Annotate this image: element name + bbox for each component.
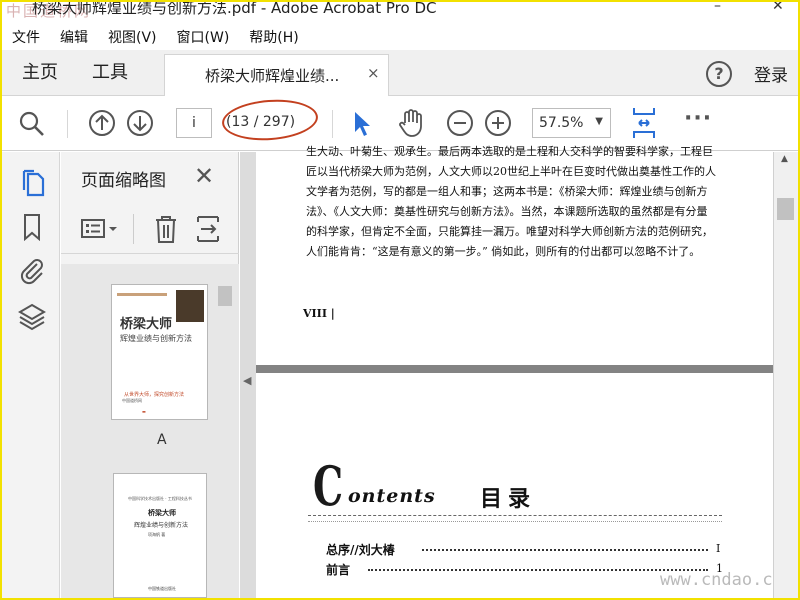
document-scrollbar-thumb[interactable] bbox=[777, 198, 794, 220]
menu-window[interactable]: 窗口(W) bbox=[167, 27, 240, 47]
contents-rule bbox=[308, 521, 722, 522]
toc-entry-page: I bbox=[716, 542, 721, 555]
chevron-down-icon: ▼ bbox=[595, 116, 603, 127]
thumbnails-title: 页面缩略图 bbox=[81, 171, 166, 191]
close-window-button[interactable]: ✕ bbox=[772, 2, 784, 14]
document-page-preface: 生大动、叶菊生、观承生。最后两本选取的是土程和人交科学的智要科学家，工程巨匠以当… bbox=[256, 145, 773, 366]
pane-collapse-handle[interactable]: ◀ bbox=[240, 152, 256, 598]
toolbar-separator bbox=[67, 110, 68, 138]
document-page-contents: C ontents 目录 总序//刘大椿 I 前言 1 bbox=[256, 373, 773, 598]
tab-home[interactable]: 主页 bbox=[22, 50, 58, 96]
window-title: 桥梁大师辉煌业绩与创新方法.pdf - Adobe Acrobat Pro DC bbox=[32, 0, 437, 17]
help-icon[interactable]: ? bbox=[706, 61, 732, 87]
menu-view[interactable]: 视图(V) bbox=[98, 27, 167, 47]
minimize-button[interactable]: – bbox=[714, 2, 721, 14]
page-number-input[interactable]: i bbox=[176, 108, 212, 138]
toolbar-separator bbox=[332, 110, 333, 138]
thumbnails-pane: 页面缩略图 ✕ 桥梁大师 辉煌业绩与创新方法 从世界大师，探究创新方法 中国道桥… bbox=[61, 152, 239, 598]
zoom-out-icon[interactable] bbox=[446, 109, 474, 137]
fit-page-icon[interactable] bbox=[630, 106, 658, 140]
menu-bar: 文件 编辑 视图(V) 窗口(W) 帮助(H) bbox=[2, 24, 798, 50]
cover-subtitle: 辉煌业绩与创新方法 bbox=[120, 334, 192, 343]
title-page-title: 桥梁大师 bbox=[148, 509, 176, 517]
search-icon[interactable] bbox=[18, 110, 46, 138]
more-tools-icon[interactable]: ··· bbox=[684, 106, 712, 131]
title-page-publisher: 中国铁道出版社 bbox=[148, 586, 176, 591]
cover-header-bar bbox=[117, 293, 167, 296]
page-separator bbox=[256, 365, 773, 373]
tab-bar: 主页 工具 桥梁大师辉煌业绩... × ? 登录 bbox=[2, 50, 798, 96]
toc-leader-dots bbox=[368, 569, 708, 571]
thumbnail-page-label: A bbox=[157, 432, 167, 448]
document-tab-close-icon[interactable]: × bbox=[367, 64, 380, 82]
document-scrollbar[interactable]: ▲ bbox=[773, 152, 798, 598]
trash-icon[interactable] bbox=[153, 214, 179, 244]
login-button[interactable]: 登录 bbox=[754, 61, 788, 86]
preface-paragraph: 生大动、叶菊生、观承生。最后两本选取的是土程和人交科学的智要科学家，工程巨匠以当… bbox=[306, 145, 716, 258]
toolbar-separator bbox=[133, 214, 134, 244]
bookmark-icon[interactable] bbox=[22, 213, 42, 241]
contents-initial: C bbox=[313, 454, 344, 518]
thumbnail-page-cover[interactable]: 桥梁大师 辉煌业绩与创新方法 从世界大师，探究创新方法 中国道桥网 ▬ bbox=[111, 284, 208, 420]
thumbnail-scrollbar-thumb[interactable] bbox=[218, 286, 232, 306]
select-cursor-icon[interactable] bbox=[352, 110, 374, 138]
tab-document[interactable]: 桥梁大师辉煌业绩... × bbox=[164, 54, 389, 96]
document-tab-label: 桥梁大师辉煌业绩... bbox=[205, 67, 340, 85]
thumbnails-toolbar bbox=[61, 204, 239, 254]
cover-tagline: 从世界大师，探究创新方法 bbox=[124, 392, 185, 398]
page-thumbnails-icon[interactable] bbox=[20, 168, 46, 198]
thumbnail-scrollbar[interactable] bbox=[211, 264, 239, 598]
document-view: 生大动、叶菊生、观承生。最后两本选取的是土程和人交科学的智要科学家，工程巨匠以当… bbox=[256, 145, 793, 598]
contents-heading-cn: 目录 bbox=[480, 487, 537, 512]
menu-help[interactable]: 帮助(H) bbox=[239, 27, 308, 47]
title-page-series: 中国科学技术出版社 · 工程科技丛书 bbox=[128, 496, 192, 501]
contents-heading-en: ontents bbox=[348, 485, 436, 507]
title-bar: 中国道桥网 桥梁大师辉煌业绩与创新方法.pdf - Adobe Acrobat … bbox=[2, 2, 798, 24]
page-number-roman: VIII | bbox=[303, 307, 335, 320]
title-page-subtitle: 辉煌业绩与创新方法 bbox=[134, 522, 189, 529]
zoom-in-icon[interactable] bbox=[484, 109, 512, 137]
zoom-value: 57.5% bbox=[539, 115, 584, 131]
next-page-icon[interactable] bbox=[126, 109, 154, 137]
zoom-select[interactable]: 57.5% ▼ bbox=[532, 108, 611, 138]
previous-page-icon[interactable] bbox=[88, 109, 116, 137]
annotation-oval bbox=[220, 96, 320, 144]
close-pane-icon[interactable]: ✕ bbox=[194, 162, 214, 190]
thumbnail-options-icon[interactable] bbox=[81, 218, 121, 240]
cover-small-line: 中国道桥网 bbox=[122, 398, 142, 403]
toc-entry-label: 总序//刘大椿 bbox=[326, 543, 395, 557]
collapse-arrow-icon: ◀ bbox=[243, 374, 252, 387]
attachment-icon[interactable] bbox=[18, 256, 46, 286]
menu-file[interactable]: 文件 bbox=[2, 27, 50, 47]
cover-title: 桥梁大师 bbox=[120, 317, 173, 332]
left-rail bbox=[2, 152, 60, 598]
layers-icon[interactable] bbox=[17, 302, 47, 332]
thumbnail-page-title[interactable]: 中国科学技术出版社 · 工程科技丛书 桥梁大师 辉煌业绩与创新方法 项海帆 著 … bbox=[113, 473, 207, 598]
toc-leader-dots bbox=[422, 549, 708, 551]
tab-tools[interactable]: 工具 bbox=[92, 50, 128, 96]
acrobat-window: 中国道桥网 桥梁大师辉煌业绩与创新方法.pdf - Adobe Acrobat … bbox=[0, 0, 800, 600]
cover-image bbox=[176, 290, 204, 322]
contents-rule bbox=[308, 515, 722, 516]
menu-edit[interactable]: 编辑 bbox=[50, 27, 98, 47]
title-page-author: 项海帆 著 bbox=[148, 532, 166, 537]
hand-tool-icon[interactable] bbox=[396, 108, 426, 138]
extract-pages-icon[interactable] bbox=[195, 214, 221, 244]
cover-publisher-logo: ▬ bbox=[142, 409, 146, 414]
toc-entry-label: 前言 bbox=[326, 563, 351, 577]
scroll-up-arrow-icon[interactable]: ▲ bbox=[781, 154, 788, 164]
